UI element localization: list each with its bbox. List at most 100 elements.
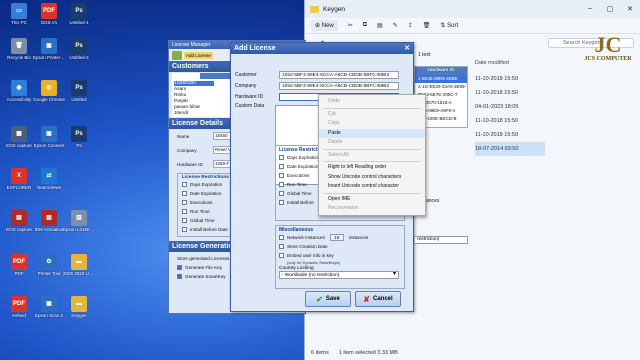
desktop-icon[interactable]: ▣Epson Printer Connection... bbox=[33, 38, 65, 60]
close-icon[interactable]: ✕ bbox=[620, 5, 640, 13]
add-license-toolbar-button[interactable]: Add License bbox=[184, 51, 213, 59]
lm-restriction-checkbox[interactable] bbox=[182, 182, 187, 187]
add-license-title-bar: Add License ✕ bbox=[231, 43, 413, 54]
desktop-icon[interactable]: ▭ This PC bbox=[3, 3, 35, 25]
desktop-app-icon: ▣ bbox=[41, 296, 57, 312]
customer-input[interactable]: 1052-5BF4-89E4-5CCA-A6CB-CBDB-5BFC-B8B2 bbox=[279, 71, 399, 79]
minimize-icon[interactable]: – bbox=[580, 5, 600, 13]
generate-option-checkbox[interactable] bbox=[177, 265, 182, 270]
side-text-fragment: 1 text bbox=[418, 52, 431, 58]
desktop-icon[interactable]: Ps Ps bbox=[63, 126, 95, 148]
desktop-icon[interactable]: ▣ Epson Scan 2 bbox=[33, 296, 65, 318]
menu-separator bbox=[323, 107, 421, 109]
customer-list-item[interactable]: pawan bihar bbox=[174, 105, 200, 110]
lm-restriction-checkbox[interactable] bbox=[182, 209, 187, 214]
sort-button[interactable]: ⇅ Sort bbox=[440, 22, 458, 29]
context-menu-item[interactable]: Paste bbox=[319, 128, 425, 138]
al-restriction-checkbox[interactable] bbox=[279, 200, 284, 205]
close-icon[interactable]: ✕ bbox=[404, 43, 410, 54]
al-restriction-checkbox[interactable] bbox=[279, 182, 284, 187]
side-restriction-fragment: restriction) bbox=[414, 236, 468, 244]
save-button[interactable]: ✔ Save bbox=[305, 291, 351, 307]
store-creation-row: Store Creation Date bbox=[279, 242, 401, 251]
new-button[interactable]: ⊕ New bbox=[311, 20, 338, 31]
rename-icon[interactable]: ✎ bbox=[393, 22, 398, 29]
generate-option-checkbox[interactable] bbox=[177, 274, 182, 279]
desktop-icon[interactable]: ▦ EOS capture bbox=[3, 126, 35, 148]
custom-data-label: Custom Data bbox=[235, 103, 265, 109]
desktop-icon[interactable]: ▬ Keygen bbox=[63, 296, 95, 318]
file-date-cell[interactable]: 11-10-2018 15:50 bbox=[475, 128, 545, 142]
lm-restriction-checkbox[interactable] bbox=[182, 191, 187, 196]
desktop-icon[interactable]: ▣ Epson Connect bbox=[33, 126, 65, 148]
al-restriction-checkbox[interactable] bbox=[279, 155, 284, 160]
context-menu-item[interactable]: Insert Unicode control character bbox=[319, 182, 425, 192]
desktop-icon[interactable]: ⚙ Printer Tool bbox=[33, 254, 65, 276]
desktop-icon[interactable]: X EXPLORER bbox=[3, 168, 35, 190]
maximize-icon[interactable]: ▢ bbox=[600, 5, 620, 13]
desktop-icon[interactable]: ⇄ TeamViewer bbox=[33, 168, 65, 190]
al-restriction-checkbox[interactable] bbox=[279, 164, 284, 169]
table-row[interactable]: 2-1G-EE29-22A0-3E69-C bbox=[415, 83, 467, 97]
explorer-titlebar: Keygen – ▢ ✕ bbox=[305, 0, 640, 18]
date-modified-header[interactable]: Date modified bbox=[475, 60, 545, 66]
desktop-icon[interactable]: ▥Epson L3150 Scan bbox=[63, 210, 95, 232]
file-date-cell[interactable]: 11-10-2018 15:50 bbox=[475, 72, 545, 86]
add-license-icon[interactable] bbox=[172, 50, 182, 60]
network-instances-label: Network Instances bbox=[287, 235, 325, 240]
desktop-icon[interactable]: ◉ Accessibility bbox=[3, 80, 35, 102]
context-menu-item[interactable]: Show Unicode control characters bbox=[319, 173, 425, 183]
lm-restriction-checkbox[interactable] bbox=[182, 227, 187, 232]
cancel-button[interactable]: ✘ Cancel bbox=[355, 291, 401, 307]
file-date-cell[interactable]: 11-10-2018 15:50 bbox=[475, 114, 545, 128]
context-menu-item[interactable]: Right to left Reading order bbox=[319, 163, 425, 173]
al-restriction-label: Executions bbox=[287, 173, 310, 178]
desktop-icon[interactable]: PDF PDF bbox=[3, 254, 35, 276]
desktop-icon[interactable]: Ps Untitled-1 bbox=[63, 3, 95, 25]
desktop-icon-label: Epson Scan 2 bbox=[34, 313, 64, 318]
desktop-icon[interactable]: PDF GDS.V1 bbox=[33, 3, 65, 25]
store-creation-checkbox[interactable] bbox=[279, 244, 284, 249]
menu-separator bbox=[323, 192, 421, 194]
menu-separator bbox=[323, 161, 421, 162]
desktop-icon[interactable]: PDF embed bbox=[3, 296, 35, 318]
al-restriction-checkbox[interactable] bbox=[279, 191, 284, 196]
lm-restriction-checkbox[interactable] bbox=[182, 200, 187, 205]
desktop-icon[interactable]: ▬ 2026 2023 UNCK bbox=[63, 254, 95, 276]
sort-label: Sort bbox=[447, 23, 459, 29]
customer-list-item[interactable]: 1S450180 bbox=[174, 81, 214, 86]
desktop-icon[interactable]: ▤ EOS capture bbox=[3, 210, 35, 232]
desktop-icon[interactable]: Ps Untitled bbox=[63, 80, 95, 102]
embed-user-checkbox[interactable] bbox=[279, 253, 284, 258]
desktop-icon[interactable]: 🗑 Recycle Bin bbox=[3, 38, 35, 60]
customer-list-item[interactable]: Jitendr bbox=[174, 111, 188, 116]
network-instances-checkbox[interactable] bbox=[279, 235, 284, 240]
file-date-cell[interactable]: 04-01-2023 18:05 bbox=[475, 100, 545, 114]
customer-list-item[interactable]: Asam bbox=[174, 87, 186, 92]
customer-list-item[interactable]: Parjab bbox=[174, 99, 188, 104]
desktop-icon[interactable]: ◎ Google Chrome bbox=[33, 80, 65, 102]
context-menu-item: Reconversion bbox=[328, 205, 359, 211]
desktop-app-icon: ▬ bbox=[71, 254, 87, 270]
copy-icon[interactable]: ⧉ bbox=[363, 22, 367, 29]
desktop-app-icon: Ps bbox=[71, 80, 87, 96]
table-row[interactable]: 1-5E45-39D9-4D5E bbox=[415, 75, 467, 83]
country-locking-select[interactable]: - Worldwide (no restriction) bbox=[279, 271, 399, 279]
lm-restriction-checkbox[interactable] bbox=[182, 218, 187, 223]
paste-icon[interactable]: ▤ bbox=[377, 22, 383, 29]
customer-list-item[interactable]: Rinku bbox=[174, 93, 186, 98]
desktop-icon[interactable]: ▤ IDM Activation bbox=[33, 210, 65, 232]
al-restriction-checkbox[interactable] bbox=[279, 173, 284, 178]
al-restriction-label: Global Time bbox=[287, 191, 312, 196]
desktop-icon[interactable]: Ps Untitled-2 bbox=[63, 38, 95, 60]
share-icon[interactable]: ⇪ bbox=[408, 22, 413, 29]
company-input[interactable]: 1052-5BF4-89E4-5CCA-A6CB-CBDB-5BFC-B8B2 bbox=[279, 82, 399, 90]
file-date-cell[interactable]: 18-07-2014 03:50 bbox=[475, 142, 545, 156]
desktop-icon-label: EOS capture bbox=[6, 227, 32, 232]
context-menu-item[interactable]: Open IME bbox=[319, 195, 425, 205]
file-date-cell[interactable]: 11-10-2018 15:50 bbox=[475, 86, 545, 100]
cut-icon[interactable]: ✂ bbox=[348, 22, 353, 29]
network-instances-stepper[interactable]: 16 bbox=[329, 234, 344, 241]
brand-watermark: JC JCS COMPUTER bbox=[580, 34, 636, 63]
delete-icon[interactable]: 🗑 bbox=[423, 22, 431, 29]
